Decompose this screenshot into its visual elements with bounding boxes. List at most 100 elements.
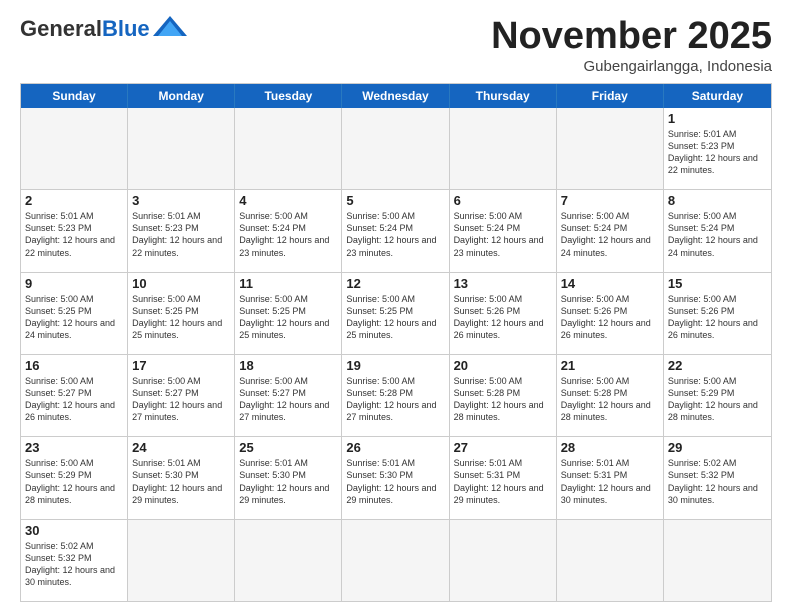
- day-cell: [342, 520, 449, 601]
- day-header: Saturday: [664, 84, 771, 108]
- day-number: 3: [132, 193, 230, 208]
- day-number: 26: [346, 440, 444, 455]
- title-block: November 2025 Gubengairlangga, Indonesia: [491, 16, 772, 75]
- day-number: 2: [25, 193, 123, 208]
- day-cell: 12Sunrise: 5:00 AM Sunset: 5:25 PM Dayli…: [342, 273, 449, 354]
- day-number: 29: [668, 440, 767, 455]
- week-row: 23 Sunrise: 5:00 AM Sunset: 5:29 PM Dayli…: [21, 436, 771, 518]
- day-info: Sunrise: 5:00 AM Sunset: 5:27 PM Dayligh…: [25, 375, 123, 424]
- day-info: Sunrise: 5:00 AM Sunset: 5:24 PM Dayligh…: [454, 210, 552, 259]
- page: General Blue November 2025 Gubengairlang…: [0, 0, 792, 612]
- day-info: Sunrise: 5:00 AM Sunset: 5:28 PM Dayligh…: [561, 375, 659, 424]
- day-number: 21: [561, 358, 659, 373]
- day-info: Sunrise: 5:01 AM Sunset: 5:31 PM Dayligh…: [561, 457, 659, 506]
- day-info: Sunrise: 5:00 AM Sunset: 5:25 PM Dayligh…: [25, 293, 123, 342]
- day-cell: 9 Sunrise: 5:00 AM Sunset: 5:25 PM Daylig…: [21, 273, 128, 354]
- day-info: Sunrise: 5:00 AM Sunset: 5:25 PM Dayligh…: [132, 293, 230, 342]
- day-info: Sunrise: 5:02 AM Sunset: 5:32 PM Dayligh…: [668, 457, 767, 506]
- day-number: 9: [25, 276, 123, 291]
- day-info: Sunrise: 5:00 AM Sunset: 5:26 PM Dayligh…: [561, 293, 659, 342]
- day-info: Sunrise: 5:01 AM Sunset: 5:23 PM Dayligh…: [25, 210, 123, 259]
- day-number: 5: [346, 193, 444, 208]
- day-cell: 11 Sunrise: 5:00 AM Sunset: 5:25 PM Dayli…: [235, 273, 342, 354]
- day-info: Sunrise: 5:00 AM Sunset: 5:29 PM Dayligh…: [25, 457, 123, 506]
- week-row: 30 Sunrise: 5:02 AM Sunset: 5:32 PM Dayli…: [21, 519, 771, 601]
- day-cell: [342, 108, 449, 189]
- calendar: SundayMondayTuesdayWednesdayThursdayFrid…: [20, 83, 772, 602]
- day-number: 13: [454, 276, 552, 291]
- day-number: 11: [239, 276, 337, 291]
- day-header: Wednesday: [342, 84, 449, 108]
- day-number: 16: [25, 358, 123, 373]
- day-number: 1: [668, 111, 767, 126]
- day-cell: [557, 520, 664, 601]
- day-header: Monday: [128, 84, 235, 108]
- day-cell: 17Sunrise: 5:00 AM Sunset: 5:27 PM Dayli…: [128, 355, 235, 436]
- day-cell: 30 Sunrise: 5:02 AM Sunset: 5:32 PM Dayli…: [21, 520, 128, 601]
- weeks: 1 Sunrise: 5:01 AM Sunset: 5:23 PM Daylig…: [21, 108, 771, 601]
- day-cell: 15 Sunrise: 5:00 AM Sunset: 5:26 PM Dayli…: [664, 273, 771, 354]
- day-header: Friday: [557, 84, 664, 108]
- day-cell: [128, 108, 235, 189]
- day-cell: 2 Sunrise: 5:01 AM Sunset: 5:23 PM Daylig…: [21, 190, 128, 271]
- day-info: Sunrise: 5:01 AM Sunset: 5:23 PM Dayligh…: [132, 210, 230, 259]
- day-cell: [128, 520, 235, 601]
- header: General Blue November 2025 Gubengairlang…: [20, 16, 772, 75]
- week-row: 9 Sunrise: 5:00 AM Sunset: 5:25 PM Daylig…: [21, 272, 771, 354]
- day-cell: 3 Sunrise: 5:01 AM Sunset: 5:23 PM Daylig…: [128, 190, 235, 271]
- day-number: 15: [668, 276, 767, 291]
- day-header: Sunday: [21, 84, 128, 108]
- day-cell: 24 Sunrise: 5:01 AM Sunset: 5:30 PM Dayli…: [128, 437, 235, 518]
- day-info: Sunrise: 5:00 AM Sunset: 5:24 PM Dayligh…: [561, 210, 659, 259]
- day-info: Sunrise: 5:00 AM Sunset: 5:25 PM Dayligh…: [239, 293, 337, 342]
- month-title: November 2025: [491, 16, 772, 58]
- day-cell: 28Sunrise: 5:01 AM Sunset: 5:31 PM Dayli…: [557, 437, 664, 518]
- day-cell: 25Sunrise: 5:01 AM Sunset: 5:30 PM Dayli…: [235, 437, 342, 518]
- day-cell: 22Sunrise: 5:00 AM Sunset: 5:29 PM Dayli…: [664, 355, 771, 436]
- day-cell: 27Sunrise: 5:01 AM Sunset: 5:31 PM Dayli…: [450, 437, 557, 518]
- day-cell: 10Sunrise: 5:00 AM Sunset: 5:25 PM Dayli…: [128, 273, 235, 354]
- day-info: Sunrise: 5:00 AM Sunset: 5:26 PM Dayligh…: [454, 293, 552, 342]
- logo-text: General Blue: [20, 16, 187, 42]
- day-header: Tuesday: [235, 84, 342, 108]
- day-cell: [664, 520, 771, 601]
- day-info: Sunrise: 5:00 AM Sunset: 5:26 PM Dayligh…: [668, 293, 767, 342]
- day-number: 27: [454, 440, 552, 455]
- day-info: Sunrise: 5:01 AM Sunset: 5:30 PM Dayligh…: [132, 457, 230, 506]
- logo-general: General: [20, 16, 102, 42]
- day-cell: [235, 520, 342, 601]
- week-row: 2 Sunrise: 5:01 AM Sunset: 5:23 PM Daylig…: [21, 189, 771, 271]
- day-number: 6: [454, 193, 552, 208]
- day-cell: 1Sunrise: 5:01 AM Sunset: 5:23 PM Daylig…: [664, 108, 771, 189]
- day-cell: [557, 108, 664, 189]
- day-cell: 16 Sunrise: 5:00 AM Sunset: 5:27 PM Dayli…: [21, 355, 128, 436]
- day-info: Sunrise: 5:00 AM Sunset: 5:24 PM Dayligh…: [346, 210, 444, 259]
- day-cell: [21, 108, 128, 189]
- day-number: 18: [239, 358, 337, 373]
- day-number: 23: [25, 440, 123, 455]
- day-info: Sunrise: 5:00 AM Sunset: 5:29 PM Dayligh…: [668, 375, 767, 424]
- day-info: Sunrise: 5:02 AM Sunset: 5:32 PM Dayligh…: [25, 540, 123, 589]
- day-cell: 13 Sunrise: 5:00 AM Sunset: 5:26 PM Dayli…: [450, 273, 557, 354]
- day-number: 7: [561, 193, 659, 208]
- day-number: 20: [454, 358, 552, 373]
- location: Gubengairlangga, Indonesia: [491, 58, 772, 75]
- day-number: 24: [132, 440, 230, 455]
- day-cell: 5 Sunrise: 5:00 AM Sunset: 5:24 PM Daylig…: [342, 190, 449, 271]
- week-row: 1Sunrise: 5:01 AM Sunset: 5:23 PM Daylig…: [21, 108, 771, 189]
- day-info: Sunrise: 5:01 AM Sunset: 5:30 PM Dayligh…: [239, 457, 337, 506]
- logo-icon: [153, 16, 187, 40]
- day-info: Sunrise: 5:00 AM Sunset: 5:24 PM Dayligh…: [668, 210, 767, 259]
- day-cell: 6 Sunrise: 5:00 AM Sunset: 5:24 PM Daylig…: [450, 190, 557, 271]
- day-cell: 18Sunrise: 5:00 AM Sunset: 5:27 PM Dayli…: [235, 355, 342, 436]
- day-info: Sunrise: 5:00 AM Sunset: 5:28 PM Dayligh…: [454, 375, 552, 424]
- day-cell: 14Sunrise: 5:00 AM Sunset: 5:26 PM Dayli…: [557, 273, 664, 354]
- day-headers: SundayMondayTuesdayWednesdayThursdayFrid…: [21, 84, 771, 108]
- day-info: Sunrise: 5:00 AM Sunset: 5:24 PM Dayligh…: [239, 210, 337, 259]
- day-number: 17: [132, 358, 230, 373]
- day-cell: [450, 108, 557, 189]
- day-cell: 23 Sunrise: 5:00 AM Sunset: 5:29 PM Dayli…: [21, 437, 128, 518]
- day-number: 12: [346, 276, 444, 291]
- day-number: 30: [25, 523, 123, 538]
- day-cell: 19Sunrise: 5:00 AM Sunset: 5:28 PM Dayli…: [342, 355, 449, 436]
